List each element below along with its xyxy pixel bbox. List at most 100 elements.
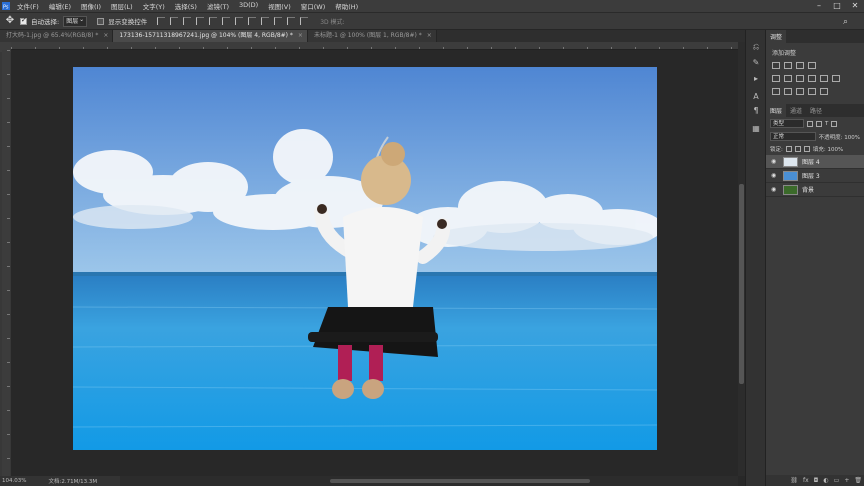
- distribute-top-icon[interactable]: [235, 17, 244, 25]
- zoom-level[interactable]: 104.03%: [2, 478, 26, 484]
- layers-tabs: 图层 通道 路径: [766, 104, 864, 117]
- align-top-icon[interactable]: [157, 17, 166, 25]
- channel-mixer-icon[interactable]: [832, 75, 840, 82]
- actions-icon[interactable]: ▸: [751, 74, 761, 84]
- layer-filter-row: 类型 T: [766, 117, 864, 130]
- tab-document-3[interactable]: 未标题-1 @ 100% (图层 1, RGB/8#) * ×: [307, 30, 437, 42]
- align-right-icon[interactable]: [222, 17, 231, 25]
- tab-layers[interactable]: 图层: [766, 104, 787, 117]
- lock-position-icon[interactable]: [794, 146, 801, 152]
- filter-adjust-icon[interactable]: [816, 120, 822, 127]
- hue-saturation-icon[interactable]: [784, 75, 792, 82]
- trash-icon[interactable]: 🗑: [854, 477, 862, 484]
- exposure-icon[interactable]: [808, 62, 816, 69]
- tab-label: 未标题-1 @ 100% (图层 1, RGB/8#) *: [313, 32, 422, 39]
- adjust-icon[interactable]: ◐: [823, 477, 828, 484]
- vertical-ruler[interactable]: [2, 50, 10, 476]
- align-left-icon[interactable]: [196, 17, 205, 25]
- menu-item[interactable]: 滤镜(T): [202, 1, 234, 11]
- minimize-icon[interactable]: –: [810, 0, 828, 12]
- menu-item[interactable]: 视图(V): [263, 1, 296, 11]
- eye-icon[interactable]: ◉: [771, 158, 779, 165]
- swatches-icon[interactable]: ▦: [751, 124, 761, 134]
- menu-item[interactable]: 帮助(H): [330, 1, 363, 11]
- close-icon[interactable]: ✕: [846, 0, 864, 12]
- lock-all-icon[interactable]: [803, 146, 810, 152]
- filter-pixel-icon[interactable]: [807, 120, 813, 127]
- posterize-icon[interactable]: [784, 88, 792, 95]
- curves-icon[interactable]: [796, 62, 804, 69]
- menu-item[interactable]: 3D(D): [234, 1, 263, 11]
- black-white-icon[interactable]: [808, 75, 816, 82]
- layer-row[interactable]: ◉ 图层 3: [766, 169, 864, 183]
- vibrance-icon[interactable]: [772, 75, 780, 82]
- selective-color-icon[interactable]: [808, 88, 816, 95]
- folder-icon[interactable]: ▭: [834, 477, 840, 484]
- mask-icon[interactable]: ◘: [814, 477, 819, 484]
- menu-item[interactable]: 图像(I): [76, 1, 106, 11]
- filter-type-icon[interactable]: T: [825, 121, 828, 127]
- layer-kind-filter[interactable]: 类型: [770, 119, 804, 128]
- paragraph-icon[interactable]: ¶: [751, 106, 761, 116]
- brightness-icon[interactable]: [772, 62, 780, 69]
- tab-document-1[interactable]: 打大码-1.jpg @ 65.4%(RGB/8) * ×: [0, 30, 114, 42]
- tab-label: 173136-15711318967241.jpg @ 104% (图层 4, …: [119, 32, 293, 39]
- layer-row[interactable]: ◉ 背景: [766, 183, 864, 197]
- auto-select-checkbox[interactable]: [20, 16, 27, 25]
- tab-close-icon[interactable]: ×: [427, 30, 432, 42]
- brush-settings-icon[interactable]: ✎: [751, 58, 761, 68]
- layer-row[interactable]: ◉ 图层 4: [766, 155, 864, 169]
- document-canvas[interactable]: [73, 67, 657, 450]
- tab-channels[interactable]: 通道: [786, 104, 806, 117]
- distribute-vcenter-icon[interactable]: [248, 17, 257, 25]
- menu-item[interactable]: 文字(Y): [138, 1, 170, 11]
- align-vcenter-icon[interactable]: [170, 17, 179, 25]
- align-bottom-icon[interactable]: [183, 17, 192, 25]
- tab-close-icon[interactable]: ×: [103, 30, 108, 42]
- link-icon[interactable]: ⛓: [790, 477, 798, 484]
- distribute-hcenter-icon[interactable]: [287, 17, 296, 25]
- horizontal-scroll-thumb[interactable]: [330, 479, 590, 483]
- vertical-scroll-thumb[interactable]: [739, 184, 744, 384]
- horizontal-ruler[interactable]: [11, 42, 738, 50]
- invert-icon[interactable]: [772, 88, 780, 95]
- levels-icon[interactable]: [784, 62, 792, 69]
- new-layer-icon[interactable]: +: [844, 477, 849, 484]
- fill-field[interactable]: 填充: 100%: [813, 145, 843, 153]
- eye-icon[interactable]: ◉: [771, 172, 779, 179]
- tab-document-2[interactable]: 173136-15711318967241.jpg @ 104% (图层 4, …: [113, 30, 308, 42]
- gradient-map-icon[interactable]: [820, 88, 828, 95]
- menu-item[interactable]: 图层(L): [106, 1, 138, 11]
- threshold-icon[interactable]: [796, 88, 804, 95]
- history-icon[interactable]: ⎌: [751, 42, 761, 52]
- lock-pixels-icon[interactable]: [785, 146, 792, 152]
- tab-adjustments[interactable]: 调整: [766, 30, 787, 43]
- layer-name: 图层 4: [802, 159, 820, 166]
- color-balance-icon[interactable]: [796, 75, 804, 82]
- distribute-bottom-icon[interactable]: [261, 17, 270, 25]
- menu-item[interactable]: 编辑(E): [44, 1, 76, 11]
- auto-select-dropdown[interactable]: 图层: [63, 15, 88, 27]
- opacity-field[interactable]: 不透明度: 100%: [819, 133, 860, 141]
- layer-thumbnail: [783, 156, 798, 167]
- show-transform-checkbox[interactable]: [97, 17, 105, 25]
- menu-item[interactable]: 窗口(W): [296, 1, 331, 11]
- distribute-right-icon[interactable]: [300, 17, 309, 25]
- photo-filter-icon[interactable]: [820, 75, 828, 82]
- vertical-scrollbar[interactable]: [738, 42, 745, 476]
- maximize-icon[interactable]: □: [828, 0, 846, 12]
- align-hcenter-icon[interactable]: [209, 17, 218, 25]
- fx-icon[interactable]: fx: [803, 477, 809, 484]
- filter-shape-icon[interactable]: [831, 120, 838, 127]
- horizontal-scrollbar[interactable]: [120, 476, 738, 486]
- search-icon[interactable]: ⌕: [843, 17, 848, 27]
- menu-item[interactable]: 选择(S): [170, 1, 202, 11]
- tab-paths[interactable]: 路径: [806, 104, 826, 117]
- character-icon[interactable]: A: [751, 92, 761, 102]
- menu-item[interactable]: 文件(F): [12, 1, 44, 11]
- distribute-left-icon[interactable]: [274, 17, 283, 25]
- eye-icon[interactable]: ◉: [771, 186, 779, 193]
- blend-mode-select[interactable]: 正常: [770, 132, 816, 141]
- move-tool-icon[interactable]: ✥: [4, 15, 16, 27]
- tab-close-icon[interactable]: ×: [298, 30, 303, 42]
